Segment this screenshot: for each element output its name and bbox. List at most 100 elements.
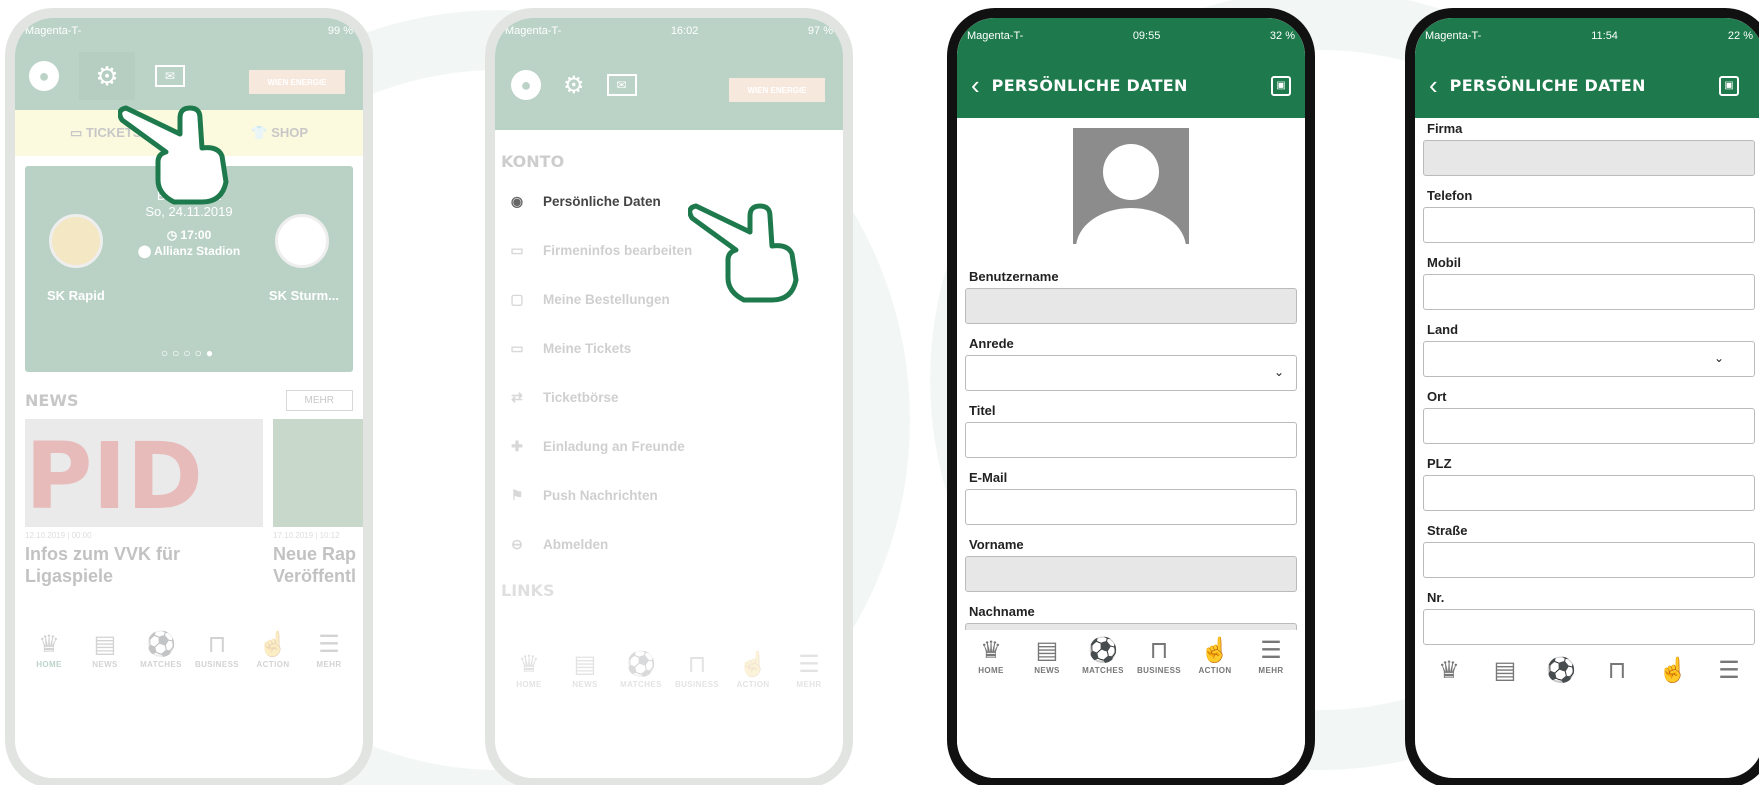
id-card-icon: ▭ [510, 242, 524, 258]
tab-home[interactable]: ♛ HOME [966, 636, 1016, 675]
tickets-tab[interactable]: ▭ TICKETS [70, 125, 142, 141]
time-label: 16:02 [670, 25, 699, 37]
news-title: Infos zum VVK für Ligaspiele [25, 544, 181, 586]
tab-action[interactable]: ☝ ACTION [1190, 636, 1240, 675]
menu-item-tickets[interactable]: ▭ Meine Tickets [495, 324, 843, 373]
rope-barrier-icon: ⊓ [1607, 657, 1627, 684]
tab-news[interactable]: ▤ NEWS [560, 650, 610, 689]
tab-home[interactable]: ♛ HOME [24, 630, 74, 669]
hand-pointer-icon: ☝ [1658, 657, 1688, 684]
news-card[interactable]: 17.10.2019 | 10:12 Neue Rap Veröffentl [273, 419, 363, 587]
save-icon[interactable]: ▣ [1271, 75, 1291, 96]
tab-news[interactable]: ▤ NEWS [80, 630, 130, 669]
settings-gear-icon[interactable]: ⚙ [563, 71, 585, 100]
nr-label: Nr. [1427, 590, 1445, 605]
status-bar: Magenta-T- 99 % [15, 18, 363, 44]
hand-pointer-icon: ☝ [738, 651, 768, 678]
plz-label: PLZ [1427, 456, 1452, 471]
hamburger-menu-icon: ☰ [798, 651, 820, 678]
status-bar: Magenta-T- 16:02 97 % [495, 18, 843, 44]
newspaper-icon: ▤ [1035, 637, 1059, 664]
tab-mehr[interactable]: ☰ MEHR [304, 630, 354, 669]
flag-icon: ⚑ [510, 487, 524, 503]
tab-matches[interactable]: ⚽ MATCHES [616, 650, 666, 689]
personal-data-form: Firma Telefon Mobil Land ⌄ Ort PLZ Straß… [1415, 118, 1759, 645]
tab-news[interactable]: ▤ NEWS [1022, 636, 1072, 675]
telefon-field[interactable] [1423, 207, 1755, 243]
titel-label: Titel [969, 403, 996, 418]
menu-item-push[interactable]: ⚑ Push Nachrichten [495, 471, 843, 520]
profile-icon[interactable]: ● [29, 61, 59, 91]
vorname-field [965, 556, 1297, 592]
news-more-button[interactable]: MEHR [285, 390, 353, 411]
tab-mehr[interactable]: ☰ [1704, 656, 1754, 686]
tab-matches[interactable]: ⚽ MATCHES [136, 630, 186, 669]
settings-gear-icon[interactable]: ⚙ [79, 52, 135, 100]
tab-action[interactable]: ☝ ACTION [728, 650, 778, 689]
tab-business[interactable]: ⊓ [1592, 656, 1642, 686]
tab-action[interactable]: ☝ [1648, 656, 1698, 686]
phone-personal-data-bottom: Magenta-T- 11:54 22 % ‹ PERSÖNLICHE DATE… [1405, 8, 1759, 785]
tab-home[interactable]: ♛ [1424, 656, 1474, 686]
tab-business[interactable]: ⊓ BUSINESS [672, 650, 722, 689]
sponsor-logo: WIEN ENERGIE [729, 78, 825, 102]
tab-action[interactable]: ☝ ACTION [248, 630, 298, 669]
profile-icon[interactable]: ● [511, 70, 541, 100]
menu-item-bestellungen[interactable]: ▢ Meine Bestellungen [495, 275, 843, 324]
tab-news[interactable]: ▤ [1480, 656, 1530, 686]
phone-account-menu: Magenta-T- 16:02 97 % ● ⚙ ✉ WIEN ENERGIE… [485, 8, 853, 785]
land-select[interactable]: ⌄ [1423, 341, 1755, 377]
save-icon[interactable]: ▣ [1719, 75, 1739, 96]
tab-home[interactable]: ♛ HOME [504, 650, 554, 689]
mail-icon[interactable]: ✉ [155, 65, 185, 87]
ort-field[interactable] [1423, 408, 1755, 444]
strasse-field[interactable] [1423, 542, 1755, 578]
tab-business[interactable]: ⊓ BUSINESS [192, 630, 242, 669]
back-chevron-icon[interactable]: ‹ [1429, 70, 1438, 101]
tab-matches[interactable]: ⚽ [1536, 656, 1586, 686]
email-field[interactable] [965, 489, 1297, 525]
ticket-icon: ▭ [510, 340, 524, 356]
personal-data-form: Benutzername Anrede ⌄ Titel E-Mail Vorna… [957, 128, 1305, 659]
rapid-crest-icon: ♛ [1438, 657, 1460, 684]
tab-mehr[interactable]: ☰ MEHR [784, 650, 834, 689]
tab-bar: ♛ HOME ▤ NEWS ⚽ MATCHES ⊓ BUSINESS ☝ ACTION ☰… [957, 630, 1305, 778]
carousel-dots[interactable]: ○○○○● [25, 346, 353, 360]
carrier-label: Magenta-T- [25, 25, 82, 37]
user-circle-icon: ◉ [510, 193, 524, 209]
firma-label: Firma [1427, 121, 1463, 136]
newspaper-icon: ▤ [1493, 657, 1517, 684]
plz-field[interactable] [1423, 475, 1755, 511]
battery-label: 22 % [1727, 30, 1753, 42]
news-image: PID [25, 419, 263, 527]
account-menu-list: ◉ Persönliche Daten ▭ Firmeninfos bearbe… [495, 177, 843, 569]
menu-item-ticketboerse[interactable]: ⇄ Ticketbörse [495, 373, 843, 422]
menu-item-einladung[interactable]: ✚ Einladung an Freunde [495, 422, 843, 471]
news-date: 12.10.2019 | 00:00 [25, 531, 92, 540]
titel-field[interactable] [965, 422, 1297, 458]
avatar-placeholder[interactable] [1073, 128, 1189, 244]
shop-tab[interactable]: 👕 SHOP [251, 125, 308, 141]
nr-field[interactable] [1423, 609, 1755, 645]
rapid-crest-icon: ♛ [518, 651, 540, 678]
news-date: 17.10.2019 | 10:12 [273, 531, 340, 540]
nachname-label: Nachname [969, 604, 1035, 619]
anrede-select[interactable]: ⌄ [965, 355, 1297, 391]
news-title: Neue Rap Veröffentl [273, 544, 357, 586]
match-card[interactable]: Bundesliga So, 24.11.2019 ◷ 17:00 ⬤ Alli… [25, 166, 353, 372]
tab-business[interactable]: ⊓ BUSINESS [1134, 636, 1184, 675]
news-card[interactable]: PID 12.10.2019 | 00:00 Infos zum VVK für… [25, 419, 263, 587]
mobil-field[interactable] [1423, 274, 1755, 310]
menu-item-firmeninfos[interactable]: ▭ Firmeninfos bearbeiten [495, 226, 843, 275]
back-chevron-icon[interactable]: ‹ [971, 70, 980, 101]
menu-item-persoenliche-daten[interactable]: ◉ Persönliche Daten [495, 177, 843, 226]
mail-icon[interactable]: ✉ [606, 74, 637, 96]
carrier-label: Magenta-T- [1425, 30, 1482, 42]
football-icon: ⚽ [1088, 637, 1118, 664]
tab-matches[interactable]: ⚽ MATCHES [1078, 636, 1128, 675]
football-icon: ⚽ [1546, 657, 1576, 684]
mobil-label: Mobil [1427, 255, 1461, 270]
menu-item-abmelden[interactable]: ⊖ Abmelden [495, 520, 843, 569]
home-team-logo [49, 214, 103, 268]
tab-mehr[interactable]: ☰ MEHR [1246, 636, 1296, 675]
